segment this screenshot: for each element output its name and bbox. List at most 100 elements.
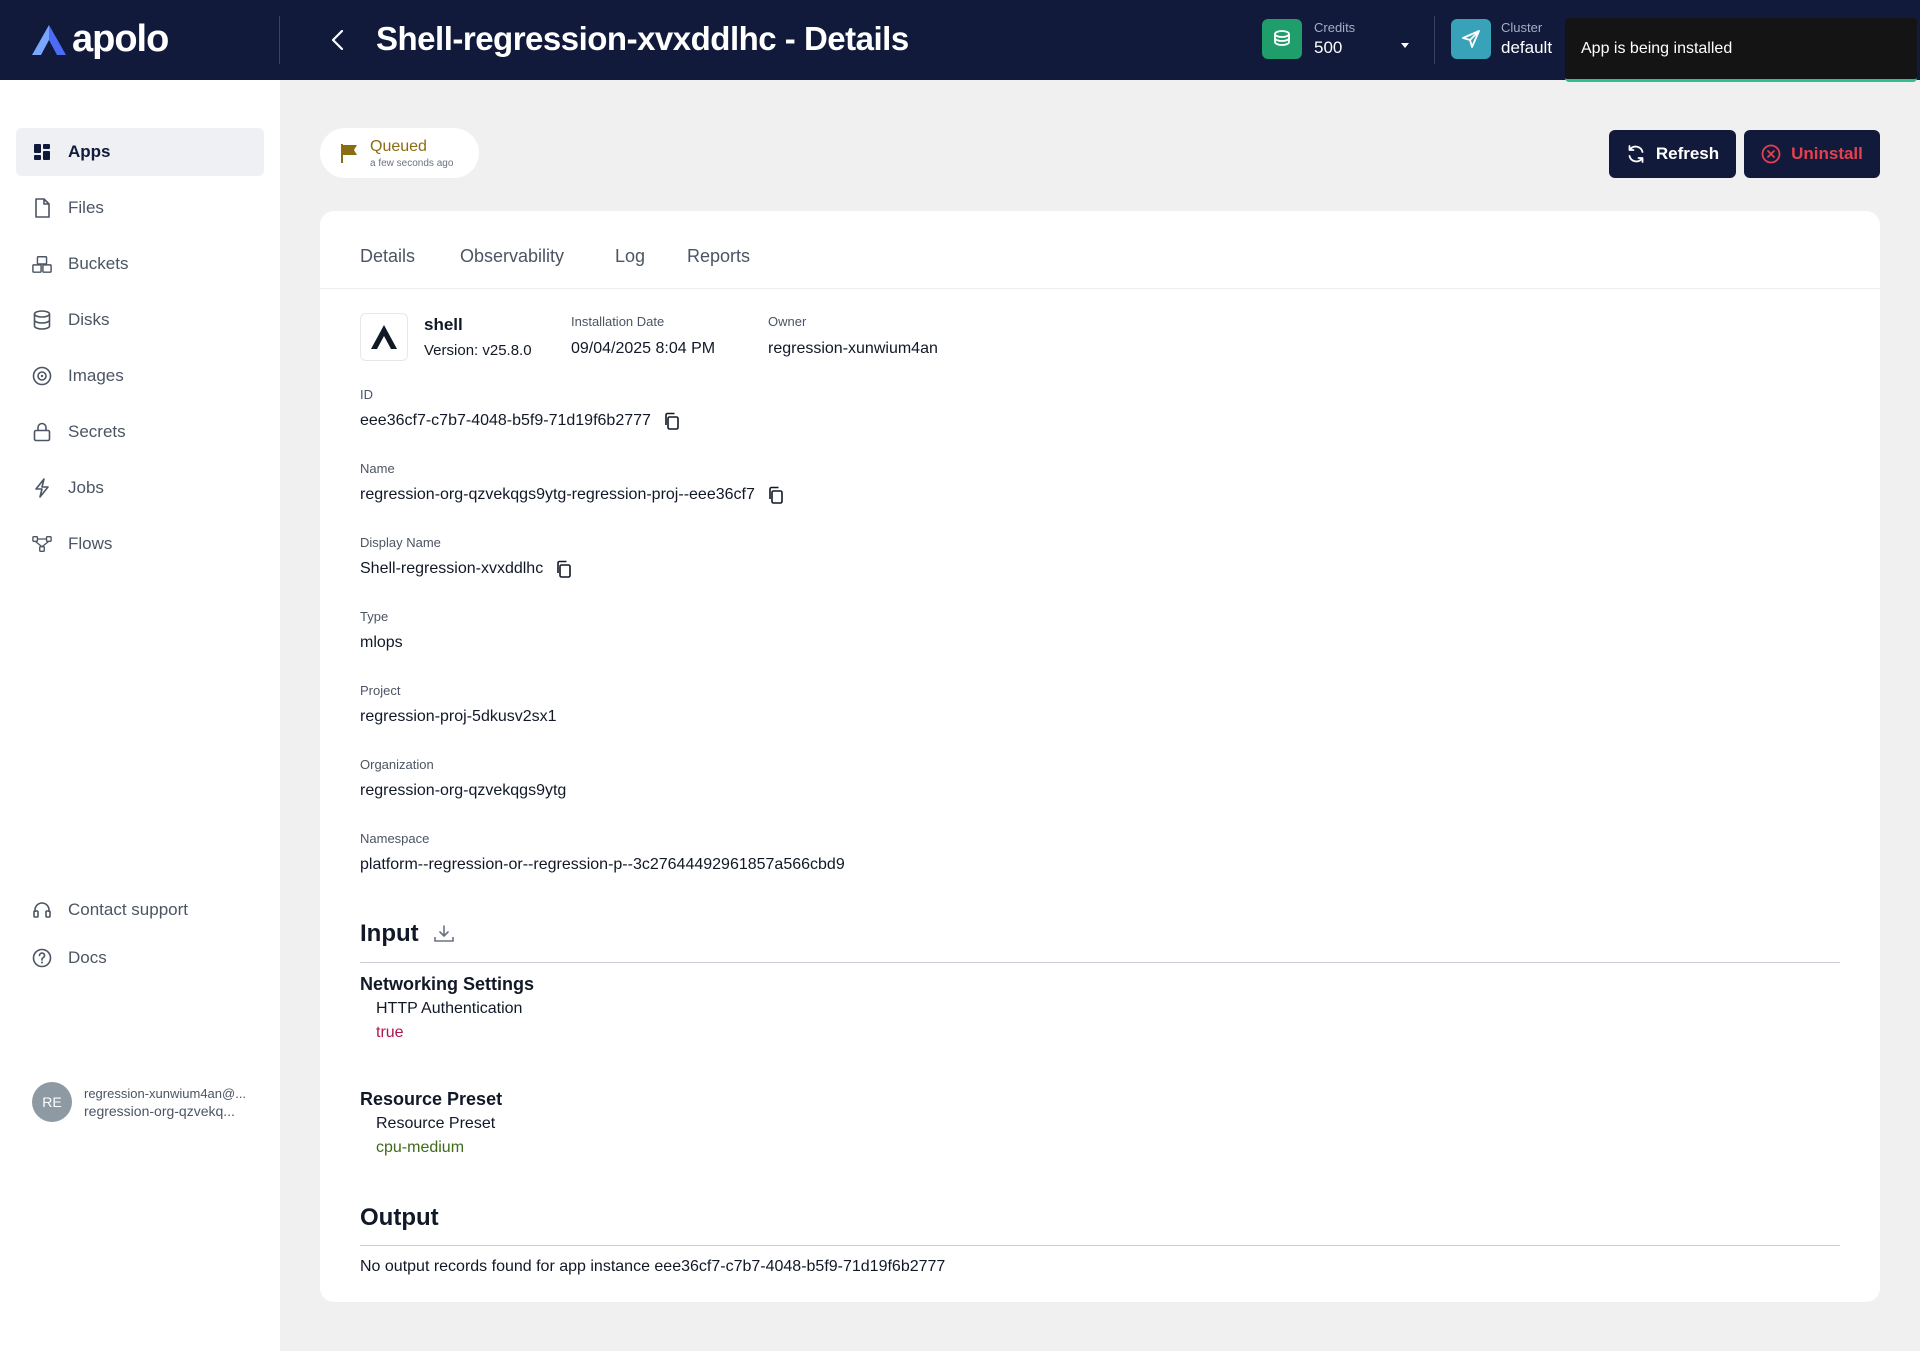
organization-value: regression-org-qzvekqgs9ytg	[360, 782, 567, 799]
credits-selector[interactable]: Credits 500	[1262, 19, 1355, 59]
coins-icon	[1262, 19, 1302, 59]
status-text: Queued	[370, 137, 427, 155]
back-button[interactable]	[322, 24, 354, 56]
avatar: RE	[32, 1082, 72, 1122]
user-org: regression-org-qzvekq...	[84, 1102, 235, 1119]
lock-icon	[32, 422, 52, 442]
refresh-label: Refresh	[1655, 144, 1720, 163]
id-field: eee36cf7-c7b7-4048-b5f9-71d19f6b2777	[360, 412, 681, 430]
tab-reports[interactable]: Reports	[687, 246, 750, 267]
input-title: Input	[360, 920, 419, 947]
top-bar: apolo Shell-regression-xvxddlhc - Detail…	[0, 0, 1920, 82]
cluster-selector[interactable]: Cluster default	[1451, 19, 1552, 59]
sidebar-item-files[interactable]: Files	[16, 184, 264, 232]
output-title: Output	[360, 1204, 439, 1231]
http-auth-value: true	[376, 1024, 404, 1041]
details-card: Details Observability Log Reports shell …	[320, 211, 1880, 1302]
chevron-left-icon	[331, 29, 344, 51]
installation-date-label: Installation Date	[571, 314, 665, 329]
sidebar-item-label: Secrets	[68, 422, 126, 441]
sidebar-item-jobs[interactable]: Jobs	[16, 464, 264, 512]
display-name-label: Display Name	[360, 535, 441, 550]
sidebar-item-apps[interactable]: Apps	[16, 128, 264, 176]
display-name-value: Shell-regression-xvxddlhc	[360, 560, 544, 577]
namespace-value: platform--regression-or--regression-p--3…	[360, 856, 845, 873]
flag-icon	[341, 144, 357, 163]
project-label: Project	[360, 683, 401, 698]
name-label: Name	[360, 461, 395, 476]
apolo-logo[interactable]: apolo	[30, 18, 169, 61]
installation-date-value: 09/04/2025 8:04 PM	[571, 340, 716, 357]
section-divider	[360, 962, 1840, 963]
sidebar-item-label: Jobs	[68, 478, 104, 497]
file-icon	[32, 198, 52, 218]
sidebar-item-images[interactable]: Images	[16, 352, 264, 400]
tab-details[interactable]: Details	[360, 246, 415, 267]
name-field: regression-org-qzvekqgs9ytg-regression-p…	[360, 486, 785, 504]
sidebar-item-label: Files	[68, 198, 104, 217]
uninstall-label: Uninstall	[1791, 144, 1863, 163]
topbar-divider	[1434, 16, 1435, 64]
refresh-button[interactable]: Refresh	[1609, 130, 1736, 178]
copy-icon[interactable]	[555, 560, 573, 578]
cluster-value: default	[1501, 38, 1553, 57]
cluster-label: Cluster	[1501, 20, 1543, 35]
sidebar-item-label: Apps	[68, 142, 111, 161]
image-icon	[32, 366, 52, 386]
caret-down-icon[interactable]	[1400, 36, 1410, 54]
topbar-divider	[279, 16, 280, 64]
help-circle-icon	[32, 948, 52, 968]
owner-label: Owner	[768, 314, 807, 329]
tab-observability[interactable]: Observability	[460, 246, 564, 267]
contact-support-label: Contact support	[68, 900, 189, 919]
sidebar: Apps Files Buckets Disks Images Secrets …	[0, 80, 280, 1351]
credits-label: Credits	[1314, 20, 1356, 35]
x-circle-icon	[1761, 144, 1781, 164]
namespace-label: Namespace	[360, 831, 430, 846]
docs-link[interactable]: Docs	[16, 934, 264, 982]
copy-icon[interactable]	[767, 486, 785, 504]
flow-icon	[32, 534, 52, 554]
display-name-field: Shell-regression-xvxddlhc	[360, 560, 573, 578]
id-label: ID	[360, 387, 373, 402]
tab-bar: Details Observability Log Reports	[320, 211, 1880, 289]
copy-icon[interactable]	[663, 412, 681, 430]
uninstall-button[interactable]: Uninstall	[1744, 130, 1880, 178]
id-value: eee36cf7-c7b7-4048-b5f9-71d19f6b2777	[360, 412, 651, 429]
user-email: regression-xunwium4an@...	[84, 1085, 247, 1101]
sidebar-item-label: Disks	[68, 310, 110, 329]
headset-icon	[32, 900, 52, 920]
user-profile[interactable]: RE regression-xunwium4an@... regression-…	[32, 1082, 246, 1122]
networking-settings-title: Networking Settings	[360, 974, 535, 994]
sidebar-item-secrets[interactable]: Secrets	[16, 408, 264, 456]
contact-support-link[interactable]: Contact support	[16, 886, 264, 934]
owner-value: regression-xunwium4an	[768, 340, 938, 357]
app-name: shell	[424, 315, 463, 334]
apps-icon	[32, 142, 52, 162]
apolo-mark-icon	[371, 325, 397, 349]
download-icon[interactable]	[433, 924, 455, 944]
resource-preset-title: Resource Preset	[360, 1089, 503, 1109]
project-value: regression-proj-5dkusv2sx1	[360, 708, 557, 725]
section-divider	[360, 1245, 1840, 1246]
status-badge: Queued a few seconds ago	[320, 128, 479, 178]
disk-icon	[32, 310, 52, 330]
sidebar-item-label: Flows	[68, 534, 113, 553]
sidebar-item-buckets[interactable]: Buckets	[16, 240, 264, 288]
bolt-icon	[32, 478, 52, 498]
page-title: Shell-regression-xvxddlhc - Details	[376, 20, 909, 57]
docs-label: Docs	[68, 948, 107, 967]
output-section-title: Output	[360, 1204, 439, 1232]
credits-value: 500	[1314, 38, 1343, 57]
output-message: No output records found for app instance…	[360, 1258, 946, 1275]
sidebar-item-label: Images	[68, 366, 124, 385]
toast-notification[interactable]: App is being installed	[1565, 18, 1917, 82]
sidebar-item-flows[interactable]: Flows	[16, 520, 264, 568]
sidebar-item-disks[interactable]: Disks	[16, 296, 264, 344]
app-logo	[360, 313, 408, 361]
apolo-logo-text: apolo	[72, 18, 169, 60]
resource-preset-value: cpu-medium	[376, 1139, 465, 1156]
tab-log[interactable]: Log	[615, 246, 645, 267]
send-icon	[1451, 19, 1491, 59]
organization-label: Organization	[360, 757, 434, 772]
